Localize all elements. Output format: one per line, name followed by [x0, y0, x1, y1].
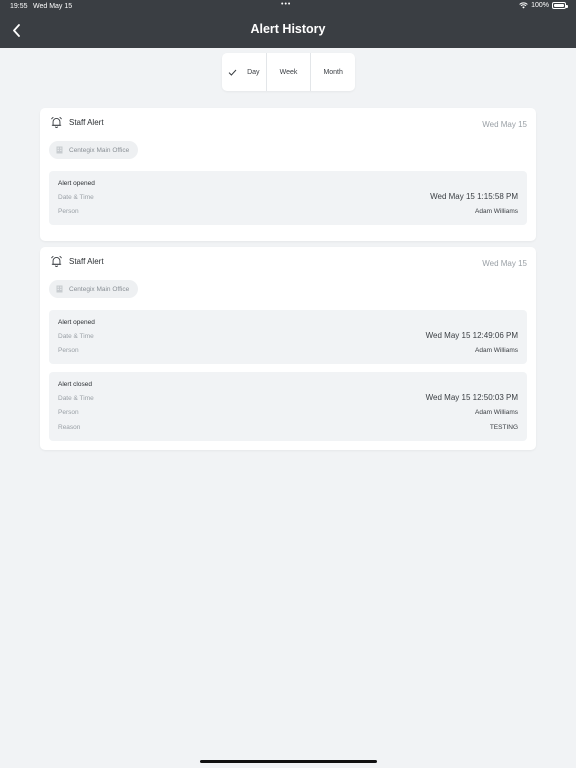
- alert-event: Alert closed Date & Time Wed May 15 12:5…: [49, 372, 527, 441]
- event-title: Alert closed: [58, 381, 92, 388]
- event-row: Date & Time Wed May 15 12:49:06 PM: [58, 331, 518, 340]
- checkmark-icon: [228, 69, 237, 76]
- filter-week-label: Week: [279, 68, 298, 76]
- status-date: Wed May 15: [33, 3, 73, 10]
- bell-icon: [51, 255, 62, 267]
- event-row-label: Person: [58, 208, 79, 215]
- event-row-value: TESTING: [489, 424, 518, 431]
- page-title: Alert History: [250, 22, 326, 36]
- battery-percent: 100%: [531, 2, 549, 9]
- event-row-value: Wed May 15 12:50:03 PM: [425, 393, 518, 402]
- alert-event: Alert opened Date & Time Wed May 15 1:15…: [49, 171, 527, 225]
- alert-date: Wed May 15: [482, 259, 527, 268]
- event-row-value: Adam Williams: [475, 409, 518, 416]
- event-row-label: Date & Time: [58, 333, 94, 340]
- battery-icon: [552, 2, 568, 9]
- event-row-value: Wed May 15 12:49:06 PM: [425, 331, 518, 340]
- status-time: 19:55: [10, 3, 28, 10]
- alert-header: Staff Alert: [50, 255, 104, 268]
- bell-icon: [51, 116, 62, 128]
- alert-card[interactable]: Staff Alert Wed May 15 Centegix Main Off…: [40, 108, 536, 241]
- top-bar: 19:55 Wed May 15 ••• 100% Alert History: [0, 0, 576, 48]
- alert-title: Staff Alert: [69, 257, 104, 266]
- event-title: Alert opened: [58, 319, 95, 326]
- location-chip: Centegix Main Office: [49, 280, 139, 298]
- alert-event: Alert opened Date & Time Wed May 15 12:4…: [49, 310, 527, 364]
- event-row: Date & Time Wed May 15 12:50:03 PM: [58, 393, 518, 402]
- event-row-value: Adam Williams: [475, 347, 518, 354]
- alert-title: Staff Alert: [69, 118, 104, 127]
- filter-month[interactable]: Month: [310, 53, 355, 91]
- event-row-value: Adam Williams: [475, 208, 518, 215]
- event-title: Alert opened: [58, 180, 95, 187]
- filter-week[interactable]: Week: [265, 53, 311, 91]
- event-row-value: Wed May 15 1:15:58 PM: [430, 192, 518, 201]
- filter-month-label: Month: [323, 68, 343, 76]
- location-label: Centegix Main Office: [69, 146, 130, 154]
- status-indicators: 100%: [519, 2, 568, 9]
- filter-day[interactable]: Day: [222, 53, 266, 91]
- event-row: Reason TESTING: [58, 424, 518, 431]
- event-row-label: Person: [58, 409, 79, 416]
- period-filter: Day Week Month: [222, 53, 355, 91]
- filter-day-label: Day: [247, 68, 260, 76]
- event-row: Person Adam Williams: [58, 208, 518, 215]
- event-row: Person Adam Williams: [58, 347, 518, 354]
- event-row: Person Adam Williams: [58, 409, 518, 416]
- multitasking-dots-icon[interactable]: •••: [281, 1, 291, 8]
- building-icon: [56, 285, 63, 293]
- location-chip: Centegix Main Office: [49, 141, 139, 159]
- wifi-icon: [519, 2, 528, 9]
- event-row-label: Date & Time: [58, 194, 94, 201]
- alert-date: Wed May 15: [482, 120, 527, 129]
- home-indicator[interactable]: [200, 760, 377, 763]
- event-row: Date & Time Wed May 15 1:15:58 PM: [58, 192, 518, 201]
- event-row-label: Reason: [58, 424, 81, 431]
- event-row-label: Person: [58, 347, 79, 354]
- location-label: Centegix Main Office: [69, 285, 130, 293]
- event-row-label: Date & Time: [58, 395, 94, 402]
- building-icon: [56, 146, 63, 154]
- alert-header: Staff Alert: [50, 116, 104, 129]
- alert-card[interactable]: Staff Alert Wed May 15 Centegix Main Off…: [40, 247, 536, 450]
